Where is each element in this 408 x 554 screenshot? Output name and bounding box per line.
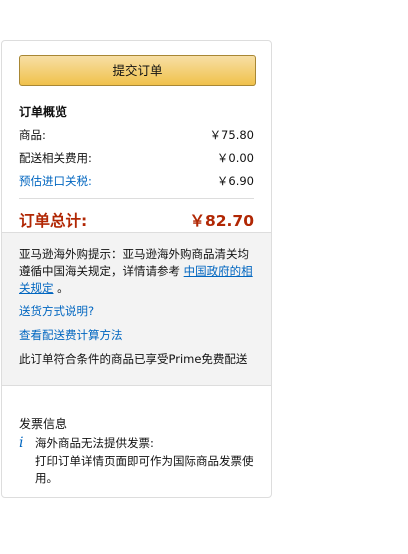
invoice-section: 发票信息 i 海外商品无法提供发票: 打印订单详情页面即可作为国际商品发票使用。 <box>19 415 256 487</box>
items-label: 商品: <box>19 128 46 142</box>
tax-row: 预估进口关税: ￥6.90 <box>19 173 254 189</box>
invoice-text: 海外商品无法提供发票: 打印订单详情页面即可作为国际商品发票使用。 <box>35 435 256 487</box>
invoice-line1: 海外商品无法提供发票: <box>35 436 154 450</box>
items-value: ￥75.80 <box>209 128 254 142</box>
invoice-line2: 打印订单详情页面即可作为国际商品发票使用。 <box>35 454 254 485</box>
order-total-value: ￥82.70 <box>189 212 254 230</box>
customs-notice: 亚马逊海外购提示：亚马逊海外购商品清关均遵循中国海关规定，详情请参考 中国政府的… <box>19 246 254 297</box>
divider <box>19 198 254 199</box>
order-summary-box: 提交订单 订单概览 商品: ￥75.80 配送相关费用: ￥0.00 预估进口关… <box>1 40 272 498</box>
order-summary-title: 订单概览 <box>19 105 68 119</box>
import-tax-link[interactable]: 预估进口关税: <box>19 173 92 189</box>
shipping-label: 配送相关费用: <box>19 151 92 165</box>
notice-panel: 亚马逊海外购提示：亚马逊海外购商品清关均遵循中国海关规定，详情请参考 中国政府的… <box>2 232 271 386</box>
order-total-row: 订单总计: ￥82.70 <box>19 209 254 231</box>
shipping-value: ￥0.00 <box>216 151 254 165</box>
customs-notice-suffix: 。 <box>57 281 69 295</box>
shipping-method-link[interactable]: 送货方式说明? <box>19 304 94 318</box>
place-order-button[interactable]: 提交订单 <box>19 55 256 86</box>
invoice-title: 发票信息 <box>19 417 68 431</box>
order-total-label: 订单总计: <box>19 212 88 230</box>
prime-text: 此订单符合条件的商品已享受Prime免费配送 <box>19 352 248 366</box>
items-row: 商品: ￥75.80 <box>19 127 254 143</box>
order-summary-top: 提交订单 订单概览 商品: ￥75.80 配送相关费用: ￥0.00 预估进口关… <box>2 41 271 231</box>
tax-value: ￥6.90 <box>216 174 254 188</box>
invoice-info-row: i 海外商品无法提供发票: 打印订单详情页面即可作为国际商品发票使用。 <box>19 435 256 487</box>
shipping-fee-link[interactable]: 查看配送费计算方法 <box>19 328 123 342</box>
shipping-row: 配送相关费用: ￥0.00 <box>19 150 254 166</box>
info-icon: i <box>19 435 24 451</box>
